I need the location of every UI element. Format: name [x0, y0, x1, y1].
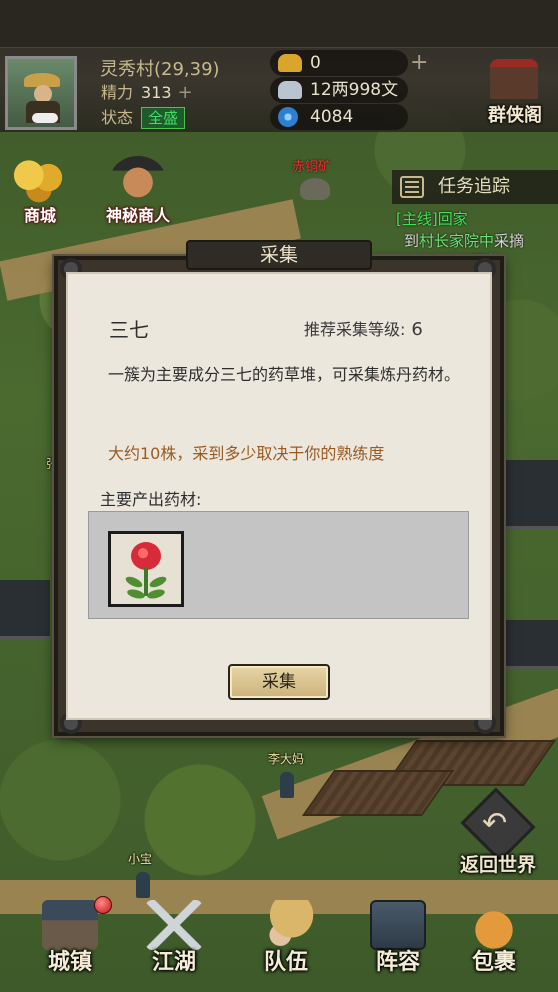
merchant-portrait-icon: [110, 156, 166, 204]
nav-formation[interactable]: 阵容: [348, 900, 448, 992]
merchant-label: 神秘商人: [105, 206, 170, 225]
top-decor-strip: [0, 0, 558, 48]
npc-label[interactable]: 小宝: [128, 850, 152, 867]
req-level-value: 6: [411, 319, 423, 340]
nav-inventory[interactable]: 包裹: [444, 900, 544, 992]
nav-jianghu[interactable]: 江湖: [124, 900, 224, 992]
status-badge: 全盛: [141, 107, 186, 129]
nav-jianghu-label: 江湖: [151, 950, 196, 975]
nav-team-label: 队伍: [263, 950, 308, 975]
bottom-nav: 城镇 江湖 队伍 阵容 包裹: [0, 900, 558, 992]
location-coords: 灵秀村(29,39): [100, 59, 220, 80]
stamina-label: 精力: [101, 83, 134, 102]
npc-figure[interactable]: [280, 772, 294, 798]
materials-label: 主要产出药材:: [100, 490, 202, 509]
list-icon: [400, 176, 424, 198]
player-avatar[interactable]: [5, 56, 77, 130]
gold-plus-icon[interactable]: +: [410, 50, 428, 75]
gold-pile-icon: [12, 156, 68, 204]
mine-label[interactable]: 赤铜矿: [292, 156, 331, 175]
spiral-jade-icon: [278, 107, 298, 127]
house-roof: [0, 580, 50, 640]
return-world-button[interactable]: ↶ 返回世界: [446, 787, 550, 880]
quest-tag: [主线]: [396, 210, 438, 228]
status-row: 状态 全盛: [101, 104, 186, 129]
stamina-plus-icon[interactable]: +: [178, 82, 193, 103]
jade-value: 4084: [310, 107, 354, 127]
guild-button[interactable]: 群侠阁: [478, 55, 552, 127]
shop-button[interactable]: 商城: [0, 152, 80, 232]
quest-main-entry[interactable]: [主线]回家: [396, 208, 468, 229]
gold-value: 0: [310, 53, 321, 73]
straw-hat-hero-icon: [258, 900, 314, 950]
notification-dot: [94, 896, 112, 914]
npc-figure[interactable]: [136, 872, 150, 898]
gold-currency: 0: [270, 50, 408, 76]
house-roof: [500, 460, 558, 530]
avatar-cloud: [32, 113, 58, 123]
silver-ingot-icon: [278, 81, 302, 99]
quest-title: 任务追踪: [438, 176, 510, 197]
stamina-row: 精力 313 +: [101, 79, 193, 103]
nav-town[interactable]: 城镇: [20, 900, 120, 992]
town-gate-icon: [42, 900, 98, 950]
red-herb-flower-icon: [111, 534, 181, 604]
recommended-level: 推荐采集等级: 6: [304, 316, 423, 340]
quest-tracker-header[interactable]: 任务追踪: [392, 170, 558, 204]
nav-formation-label: 阵容: [375, 950, 420, 975]
flower-stem: [144, 568, 148, 596]
stamina-value: 313: [141, 83, 172, 102]
quest-description[interactable]: 到村长家院中采摘: [404, 230, 554, 251]
npc-label[interactable]: 李大妈: [268, 750, 304, 767]
mystery-merchant-button[interactable]: 神秘商人: [98, 152, 178, 232]
collect-button[interactable]: 采集: [228, 664, 330, 700]
pavilion-icon: [490, 59, 538, 99]
dialog-title: 采集: [259, 244, 298, 266]
nav-inventory-label: 包裹: [471, 950, 516, 975]
req-level-label: 推荐采集等级:: [304, 320, 406, 339]
flower-head: [131, 542, 161, 570]
status-label: 状态: [101, 108, 134, 127]
herb-name: 三七: [109, 318, 149, 342]
house-roof: [500, 620, 558, 670]
nav-town-label: 城镇: [47, 950, 92, 975]
leaf: [126, 587, 146, 601]
silver-value: 12两998文: [310, 80, 399, 100]
return-world-label: 返回世界: [459, 854, 536, 876]
cloth-bundle-icon: [466, 900, 522, 950]
silver-currency: 12两998文: [270, 77, 408, 103]
leaf: [146, 587, 166, 601]
nav-team[interactable]: 队伍: [236, 900, 336, 992]
guild-label: 群侠阁: [488, 105, 542, 126]
crossed-swords-icon: [146, 900, 202, 950]
quest-name: 回家: [437, 210, 468, 228]
leaf: [124, 574, 144, 590]
jade-currency: 4084: [270, 104, 408, 130]
gold-ingot-icon: [278, 54, 302, 72]
formation-banner-icon: [370, 900, 426, 950]
shop-label: 商城: [23, 206, 56, 225]
material-slot[interactable]: [108, 531, 184, 607]
quest-desc-suffix: 采摘: [494, 232, 525, 250]
return-arrow-icon: ↶: [482, 806, 508, 841]
leaf: [148, 574, 168, 590]
herb-description: 一簇为主要成分三七的药草堆，可采集炼丹药材。: [108, 365, 461, 384]
quest-desc-prefix: 到: [404, 232, 420, 250]
copper-mine-rock[interactable]: [300, 178, 330, 200]
quest-desc-place: 村长家院中: [419, 232, 495, 250]
yield-hint: 大约10株，采到多少取决于你的熟练度: [108, 444, 385, 463]
